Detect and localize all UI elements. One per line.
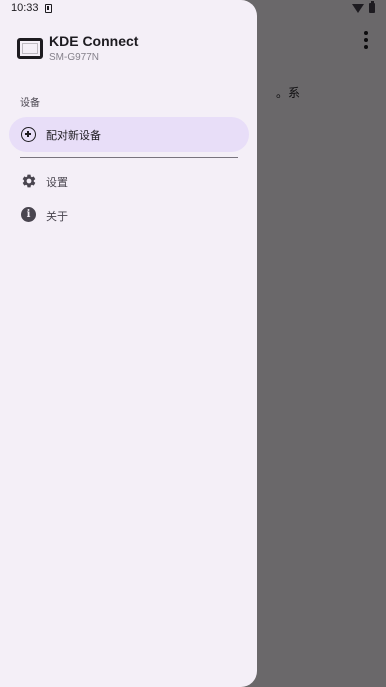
divider (20, 157, 238, 158)
settings-label: 设置 (46, 176, 68, 189)
about-label: 关于 (46, 210, 68, 223)
navigation-drawer: KDE Connect SM-G977N 设备 配对新设备 设置 i 关于 (0, 0, 257, 687)
pair-new-device-item[interactable]: 配对新设备 (9, 117, 249, 152)
settings-item[interactable]: 设置 (9, 165, 249, 197)
wifi-icon (352, 4, 364, 13)
device-name: SM-G977N (49, 52, 100, 63)
about-item[interactable]: i 关于 (9, 199, 249, 231)
devices-section-label: 设备 (20, 98, 40, 109)
gear-icon (22, 174, 36, 188)
screen: 系。 10:33 KDE Connect SM-G977N 设备 配对新设备 设… (0, 0, 386, 687)
device-monitor-icon (17, 38, 43, 59)
info-icon: i (21, 207, 36, 222)
add-circle-icon (21, 127, 36, 142)
app-name: KDE Connect (49, 33, 139, 49)
status-bar: 10:33 (0, 0, 386, 18)
status-time: 10:33 (11, 2, 39, 14)
pair-new-device-label: 配对新设备 (46, 129, 101, 142)
notification-icon (45, 4, 52, 13)
battery-icon (369, 1, 375, 13)
